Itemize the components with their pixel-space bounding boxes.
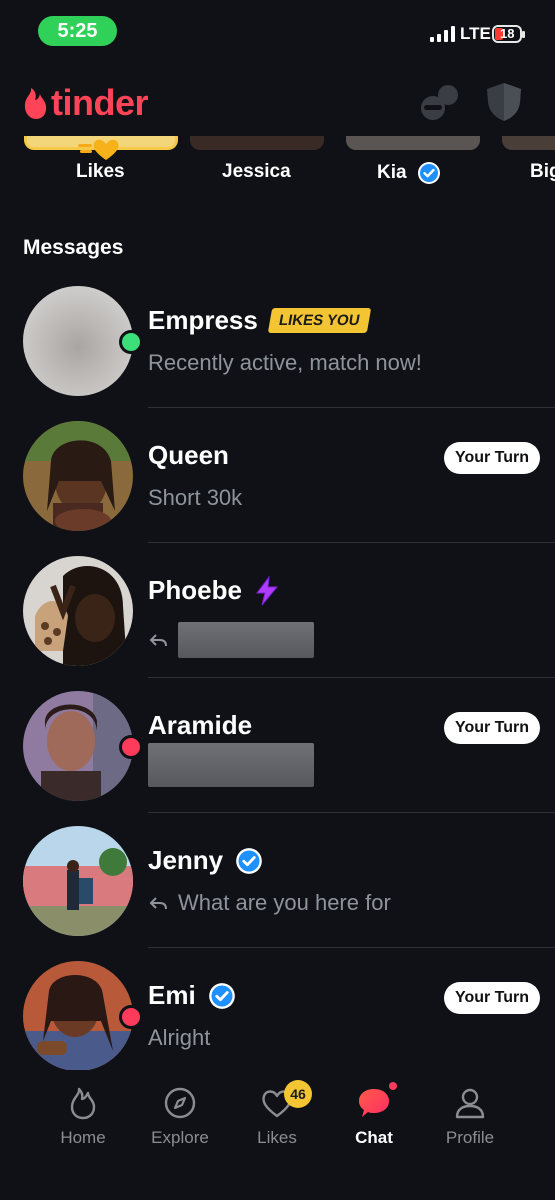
reply-icon [149,634,167,647]
message-row-aramide[interactable]: Aramide Your Turn [0,677,555,813]
online-status-dot [119,330,143,354]
likes-count-badge: 46 [284,1080,312,1108]
avatar [23,286,133,396]
tab-likes[interactable]: 46 Likes [232,1080,322,1148]
home-flame-icon [70,1087,96,1120]
brand-wordmark: tinder [51,82,149,123]
network-label: LTE [460,24,491,43]
battery-level: 18 [500,26,515,41]
chat-notification-dot [389,1082,397,1090]
profile-icon [455,1088,485,1119]
avatar [23,691,133,801]
tab-home[interactable]: Home [38,1086,128,1148]
contact-name: Aramide [148,710,253,740]
redacted-text [148,743,314,787]
tab-label: Chat [355,1128,393,1147]
verified-icon [417,162,440,184]
contact-name: Jenny [148,845,224,875]
compass-icon [164,1087,196,1119]
message-row-queen[interactable]: Queen Short 30k Your Turn [0,407,555,543]
tab-label: Profile [445,1128,495,1147]
contact-name: Emi [148,980,196,1010]
message-preview [148,622,314,658]
strip-label-big: Big [530,161,555,182]
message-preview: What are you here for [178,890,391,915]
tab-label: Home [60,1128,106,1147]
chat-bubble-icon [359,1089,389,1117]
contact-name: Phoebe [148,575,242,605]
message-row-phoebe[interactable]: Phoebe [0,542,555,678]
contact-name: Empress [148,305,258,335]
message-preview: Recently active, match now! [148,350,422,375]
message-preview [148,743,314,787]
match-card-kia[interactable] [346,136,480,150]
tab-explore[interactable]: Explore [135,1086,225,1148]
messages-heading: Messages [23,236,124,259]
strip-label-kia: Kia [377,162,407,183]
strip-label-jessica: Jessica [222,161,291,182]
your-turn-button[interactable]: Your Turn [444,982,540,1014]
contact-name-wrap: Emi [148,980,236,1011]
battery-icon: 18 [492,25,525,43]
message-preview: Short 30k [148,485,243,510]
contact-name-wrap: Jenny [148,845,263,876]
contact-name-wrap: Phoebe [148,575,280,606]
app-header: tinder [0,66,555,136]
avatar [23,556,133,666]
tab-profile[interactable]: Profile [425,1086,515,1148]
reply-icon [149,897,167,910]
strip-label-likes: Likes [76,161,125,182]
new-message-dot [119,735,143,759]
new-message-dot [119,1005,143,1029]
tab-chat[interactable]: Chat [329,1082,419,1148]
avatar [23,421,133,531]
flame-icon [24,88,47,119]
boost-bolt-icon [255,575,278,605]
signal-icon [430,26,455,42]
contact-name: Queen [148,440,229,470]
strip-label-kia-wrap: Kia [377,161,441,185]
message-preview-wrap: What are you here for [148,890,391,916]
new-matches-strip: Likes Jessica Kia Big [0,136,555,192]
double-date-icon[interactable] [418,80,462,124]
status-bar: 5:25 LTE 18 [0,0,555,66]
avatar [23,961,133,1071]
tab-bar: Home Explore 46 Likes Chat Profile [0,1070,555,1200]
redacted-text [178,622,314,658]
tab-label: Likes [257,1128,297,1147]
status-time: 5:25 [38,16,117,46]
message-row-emi[interactable]: Emi Alright Your Turn [0,947,555,1082]
tinder-logo: tinder [22,82,149,124]
verified-icon [236,847,262,874]
contact-name-wrap: Empress LIKES YOU [148,305,371,336]
message-row-empress[interactable]: Empress LIKES YOU Recently active, match… [0,272,555,408]
avatar [23,826,133,936]
likes-you-badge: LIKES YOU [267,308,371,333]
gold-heart-icon [78,139,119,160]
message-row-jenny[interactable]: Jenny What are you here for [0,812,555,948]
shield-icon[interactable] [482,80,526,124]
your-turn-button[interactable]: Your Turn [444,712,540,744]
message-preview: Alright [148,1025,211,1050]
tab-label: Explore [151,1128,209,1147]
your-turn-button[interactable]: Your Turn [444,442,540,474]
match-card-big[interactable] [502,136,555,150]
verified-icon [208,982,235,1009]
match-card-jessica[interactable] [190,136,324,150]
